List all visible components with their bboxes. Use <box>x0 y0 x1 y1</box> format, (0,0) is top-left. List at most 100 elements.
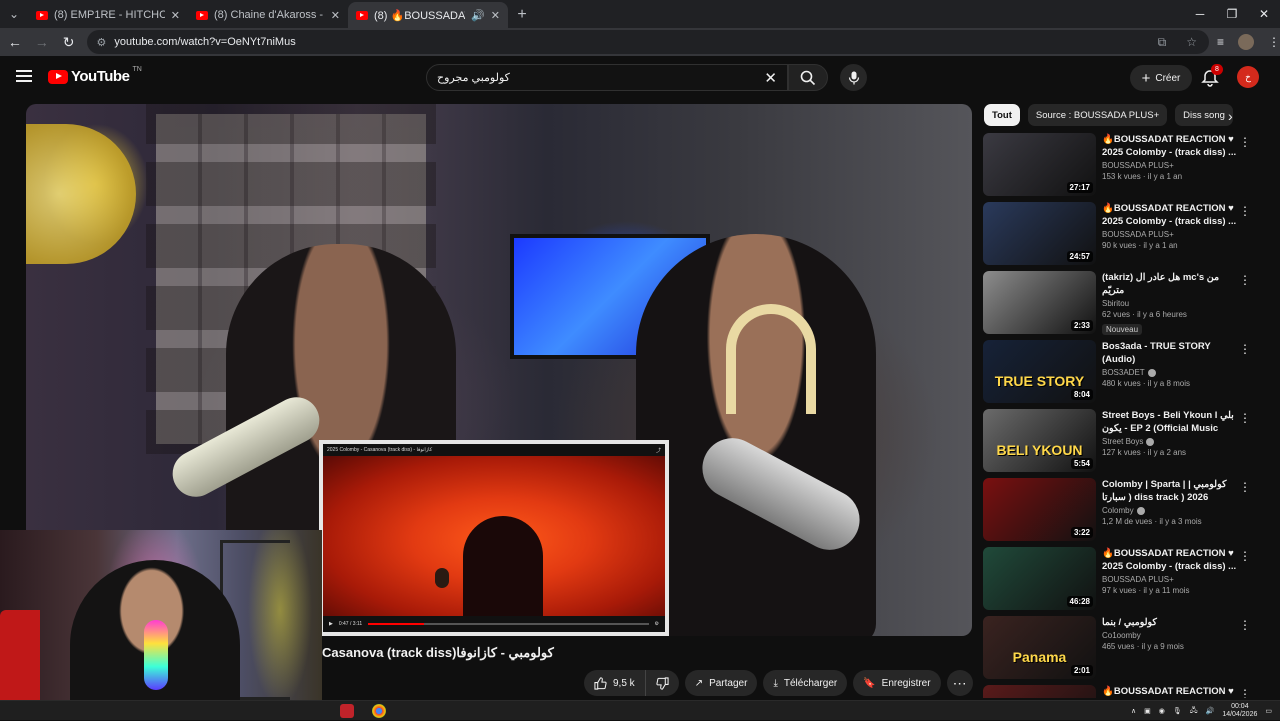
more-options-icon[interactable]: ⋮ <box>1239 342 1251 356</box>
channel-name[interactable]: BOUSSADA PLUS+ <box>1102 161 1174 170</box>
taskbar-clock[interactable]: 00:04 14/04/2026 <box>1222 703 1257 719</box>
channel-name[interactable]: BOS3ADET <box>1102 368 1145 377</box>
close-window-icon[interactable]: ✕ <box>1248 0 1280 28</box>
more-options-icon[interactable]: ⋮ <box>1239 135 1251 149</box>
video-thumbnail[interactable]: BELI YKOUN 5:54 <box>983 409 1096 472</box>
recommendation-title[interactable]: Colomby | Sparta | كولومبي | سبارتا ) di… <box>1102 478 1242 504</box>
tray-app-icon[interactable]: ▣ <box>1144 707 1151 715</box>
chip-source[interactable]: Source : BOUSSADA PLUS+ <box>1027 104 1168 126</box>
recommendation-title[interactable]: 🔥BOUSSADAT REACTION ♥ 2025 Colomby - (tr… <box>1102 547 1242 573</box>
browser-tab[interactable]: (8) Chaine d'Akaross - YouTube ✕ <box>188 2 348 28</box>
tab-close-icon[interactable]: ✕ <box>491 9 500 22</box>
channel-name[interactable]: Sbiritou <box>1102 299 1129 308</box>
video-thumbnail[interactable] <box>983 685 1096 698</box>
recommendation-item[interactable]: TRUE STORY 8:04 Bos3ada - TRUE STORY (Audi… <box>983 340 1263 409</box>
system-tray: ∧ ▣ ◉ 🎙 🖧 🔊 00:04 14/04/2026 ▭ <box>1131 701 1272 721</box>
recommendation-title[interactable]: 🔥BOUSSADAT REACTION ♥ 2025 Colomby - (tr… <box>1102 202 1242 228</box>
account-avatar[interactable]: خ <box>1237 66 1259 88</box>
channel-name[interactable]: BOUSSADA PLUS+ <box>1102 575 1174 584</box>
install-app-icon[interactable]: ⧉ <box>1158 35 1167 50</box>
channel-name[interactable]: BOUSSADA PLUS+ <box>1102 230 1174 239</box>
youtube-logo[interactable]: YouTube TN <box>48 66 142 85</box>
recommendation-item[interactable]: BELI YKOUN 5:54 Street Boys - Beli Ykoun l… <box>983 409 1263 478</box>
video-thumbnail[interactable]: TRUE STORY 8:04 <box>983 340 1096 403</box>
minimize-icon[interactable]: ─ <box>1184 0 1216 28</box>
video-thumbnail[interactable]: 3:22 <box>983 478 1096 541</box>
create-button[interactable]: + Créer <box>1130 65 1192 91</box>
tray-mic-icon[interactable]: 🎙 <box>1173 707 1182 715</box>
dislike-button[interactable] <box>646 670 679 696</box>
thumbnail-text: Panama <box>1012 649 1067 665</box>
tray-chevron-icon[interactable]: ∧ <box>1131 707 1136 715</box>
notifications-icon[interactable]: ▭ <box>1265 707 1272 715</box>
chevron-right-icon[interactable]: › <box>1228 108 1233 124</box>
browser-tab-active[interactable]: (8) 🔥BOUSSADAT REACTIO 🔊 ✕ <box>348 2 508 28</box>
recommendation-item[interactable]: 27:17 🔥BOUSSADAT REACTION ♥ 2025 Colomby … <box>983 133 1263 202</box>
recommendation-item[interactable]: 46:28 🔥BOUSSADAT REACTION ♥ 2025 Colomby … <box>983 547 1263 616</box>
more-options-icon[interactable]: ⋮ <box>1239 618 1251 632</box>
chip-diss-song[interactable]: Diss song <box>1175 104 1233 126</box>
video-thumbnail[interactable]: 2:33 <box>983 271 1096 334</box>
more-options-icon[interactable]: ⋮ <box>1239 687 1251 698</box>
video-thumbnail[interactable]: 27:17 <box>983 133 1096 196</box>
clear-search-icon[interactable]: ✕ <box>764 69 777 87</box>
new-tab-icon[interactable]: + <box>508 2 536 28</box>
browser-menu-icon[interactable]: ⋮ <box>1268 35 1280 49</box>
site-info-icon[interactable]: ⚙ <box>97 36 107 49</box>
recommendation-item[interactable]: Panama 2:01 كولومبي / بنما Co1oomby 465 vues… <box>983 616 1263 685</box>
restore-icon[interactable]: ❐ <box>1216 0 1248 28</box>
channel-name[interactable]: Street Boys <box>1102 437 1143 446</box>
recommendation-title[interactable]: Street Boys - Beli Ykoun l بلي يكون - EP… <box>1102 409 1242 435</box>
more-options-icon[interactable]: ⋮ <box>1239 411 1251 425</box>
more-options-icon[interactable]: ⋮ <box>1239 273 1251 287</box>
tab-search-icon[interactable]: ⌄ <box>0 0 28 28</box>
voice-search-button[interactable] <box>840 64 867 91</box>
address-bar[interactable]: ⚙ youtube.com/watch?v=OeNYt7niMus ⧉ ☆ <box>86 30 1209 54</box>
video-thumbnail[interactable]: 24:57 <box>983 202 1096 265</box>
channel-name[interactable]: Co1oomby <box>1102 631 1141 640</box>
more-actions-icon[interactable]: ⋯ <box>946 670 973 696</box>
thumbs-down-icon <box>656 676 669 690</box>
recommendation-title[interactable]: Bos3ada - TRUE STORY (Audio) <box>1102 340 1242 366</box>
back-icon[interactable]: ← <box>3 30 27 54</box>
browser-tab[interactable]: (8) EMP1RE - HITCHCOCK - You ✕ <box>28 2 188 28</box>
share-label: Partager <box>709 677 748 689</box>
recommendation-item[interactable]: 2:33 (takriz) هل عادر ال mc's من متريّم Sb… <box>983 271 1263 340</box>
like-button[interactable]: 9,5 k <box>584 670 646 696</box>
forward-icon[interactable]: → <box>30 30 54 54</box>
tray-app-icon[interactable]: ◉ <box>1159 707 1165 715</box>
more-options-icon[interactable]: ⋮ <box>1239 480 1251 494</box>
recommendation-title[interactable]: كولومبي / بنما <box>1102 616 1242 629</box>
recommendation-title[interactable]: (takriz) هل عادر ال mc's من متريّم <box>1102 271 1242 297</box>
reading-list-icon[interactable]: ≡ <box>1217 35 1224 49</box>
search-button[interactable] <box>788 64 828 91</box>
share-button[interactable]: ↗ Partager <box>684 670 758 696</box>
video-thumbnail[interactable]: 46:28 <box>983 547 1096 610</box>
chip-all[interactable]: Tout <box>984 104 1020 126</box>
recommendation-item[interactable]: 24:57 🔥BOUSSADAT REACTION ♥ 2025 Colomby … <box>983 202 1263 271</box>
tray-network-icon[interactable]: 🖧 <box>1190 706 1198 717</box>
recommendation-item[interactable]: 3:22 Colomby | Sparta | كولومبي | سبارتا … <box>983 478 1263 547</box>
tray-volume-icon[interactable]: 🔊 <box>1206 707 1215 715</box>
inset-video-frame <box>323 456 665 626</box>
tab-close-icon[interactable]: ✕ <box>171 9 180 22</box>
save-button[interactable]: 🔖 Enregistrer <box>853 670 941 696</box>
more-options-icon[interactable]: ⋮ <box>1239 549 1251 563</box>
channel-name[interactable]: Colomby <box>1102 506 1134 515</box>
recommendation-title[interactable]: 🔥BOUSSADAT REACTION ♥ 2025 Colomby - (tr… <box>1102 133 1242 159</box>
more-options-icon[interactable]: ⋮ <box>1239 204 1251 218</box>
video-duration: 27:17 <box>1066 182 1093 193</box>
recommendation-title[interactable]: 🔥BOUSSADAT REACTION ♥ <box>1102 685 1242 698</box>
browser-profile-avatar[interactable] <box>1238 34 1255 50</box>
bookmark-star-icon[interactable]: ☆ <box>1186 35 1197 49</box>
taskbar-app-icon[interactable] <box>340 704 354 718</box>
video-thumbnail[interactable]: Panama 2:01 <box>983 616 1096 679</box>
guide-menu-icon[interactable] <box>16 70 32 82</box>
recommendation-item[interactable]: 🔥BOUSSADAT REACTION ♥ ⋮ <box>983 685 1263 698</box>
download-button[interactable]: ⤓ Télécharger <box>763 670 848 696</box>
search-input[interactable]: كولومبي مجروح ✕ <box>426 64 788 91</box>
reload-icon[interactable]: ↻ <box>57 30 81 54</box>
tab-close-icon[interactable]: ✕ <box>331 9 340 22</box>
speaker-icon[interactable]: 🔊 <box>471 9 485 22</box>
chrome-icon[interactable] <box>372 704 386 718</box>
